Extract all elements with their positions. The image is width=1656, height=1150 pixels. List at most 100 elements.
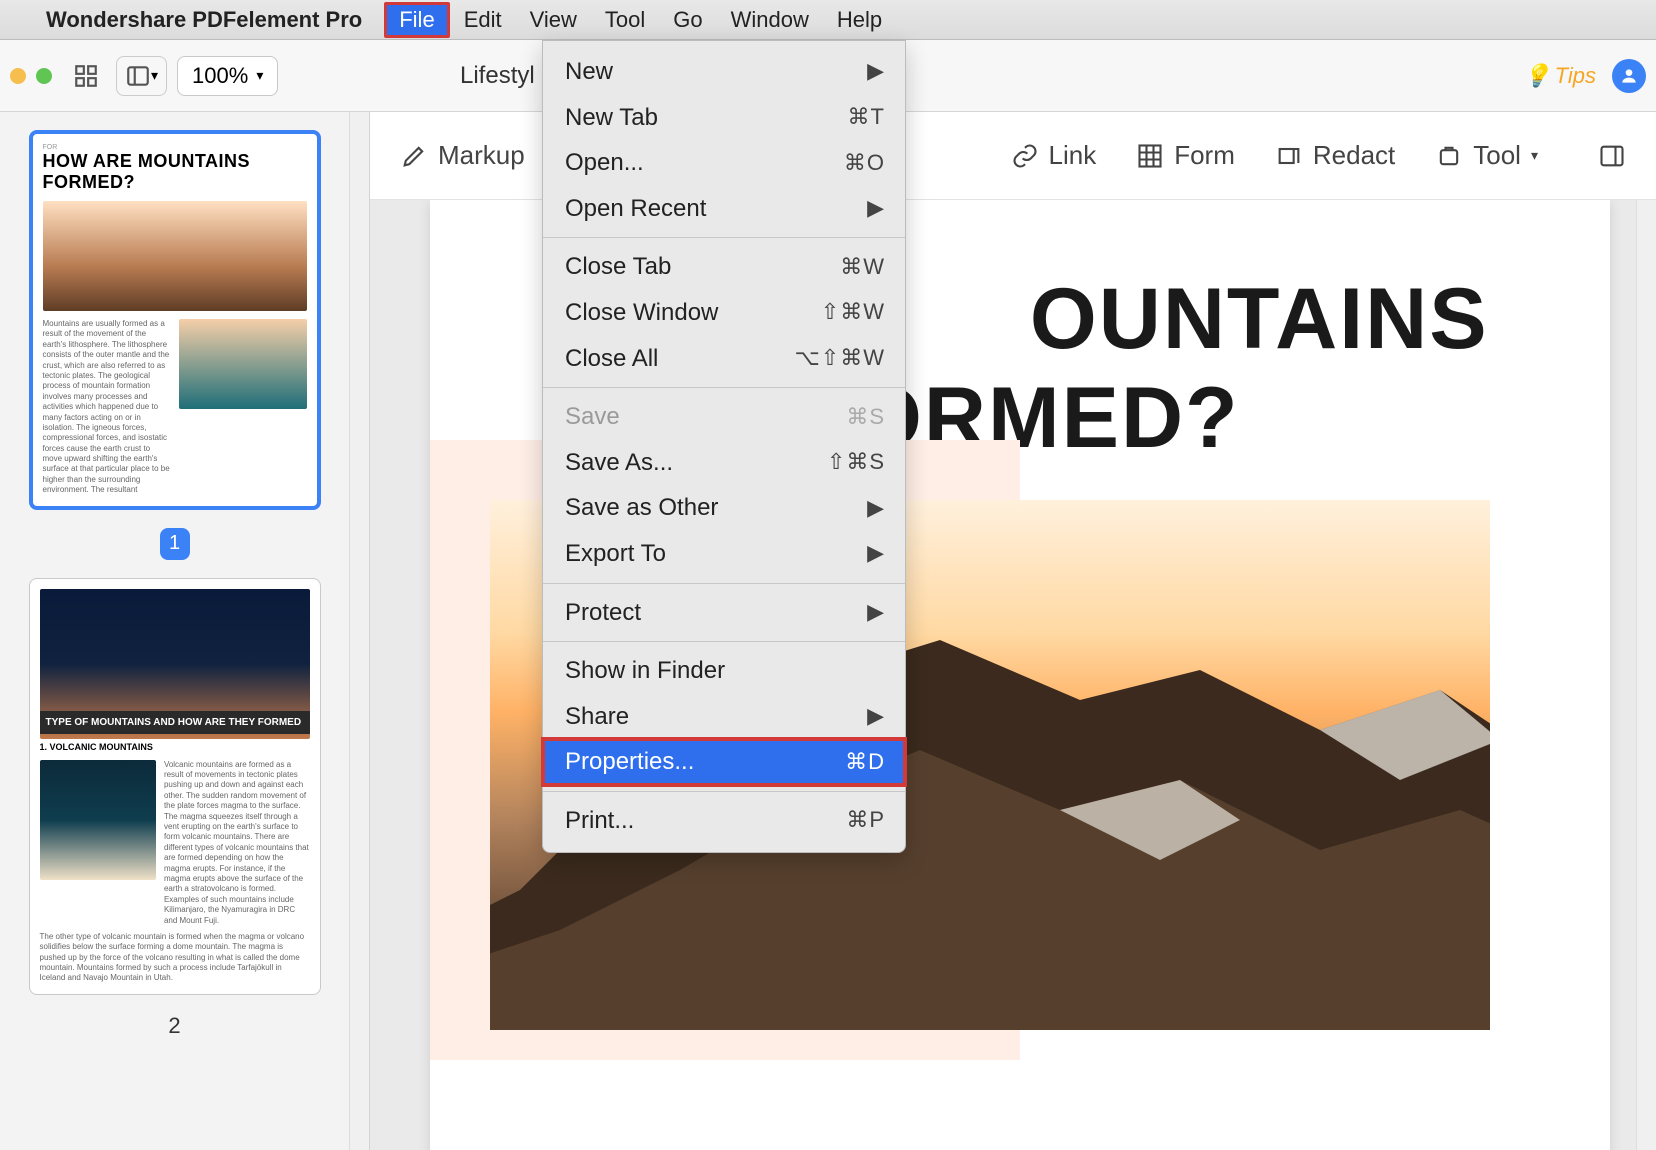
menu-item-label: Save As... — [565, 446, 673, 480]
submenu-arrow-icon: ▶ — [867, 493, 885, 524]
grid-view-icon[interactable] — [72, 62, 100, 90]
menu-item-shortcut: ⇧⌘W — [821, 297, 885, 328]
menu-item-label: New — [565, 55, 613, 89]
app-name[interactable]: Wondershare PDFelement Pro — [46, 7, 362, 33]
menu-item-close-all[interactable]: Close All ⌥⇧⌘W — [543, 336, 905, 382]
menubar-item-window[interactable]: Window — [717, 3, 823, 37]
menu-item-shortcut: ⌘D — [845, 747, 885, 778]
menu-separator — [543, 583, 905, 584]
menu-item-new-tab[interactable]: New Tab ⌘T — [543, 95, 905, 141]
menu-item-protect[interactable]: Protect ▶ — [543, 590, 905, 636]
menubar-item-tool[interactable]: Tool — [591, 3, 659, 37]
redact-label: Redact — [1313, 140, 1395, 171]
submenu-arrow-icon: ▶ — [867, 701, 885, 732]
menubar-item-go[interactable]: Go — [659, 3, 716, 37]
maximize-button[interactable] — [36, 68, 52, 84]
menu-item-close-window[interactable]: Close Window ⇧⌘W — [543, 290, 905, 336]
form-button[interactable]: Form — [1136, 140, 1235, 171]
menu-item-share[interactable]: Share ▶ — [543, 694, 905, 740]
thumbnail-sidebar: FOR HOW ARE MOUNTAINS FORMED? Mountains … — [0, 112, 370, 1150]
link-label: Link — [1049, 140, 1097, 171]
file-menu-dropdown: New ▶ New Tab ⌘T Open... ⌘O Open Recent ▶ Close … — [542, 40, 906, 853]
chevron-down-icon: ▾ — [256, 67, 263, 84]
minimize-button[interactable] — [10, 68, 26, 84]
thumb1-text: Mountains are usually formed as a result… — [43, 319, 171, 496]
menu-separator — [543, 387, 905, 388]
thumb1-image2 — [179, 319, 307, 409]
user-avatar[interactable] — [1612, 59, 1646, 93]
tab-filename[interactable]: Lifestyl — [460, 62, 535, 90]
menu-item-save: Save ⌘S — [543, 394, 905, 440]
submenu-arrow-icon: ▶ — [867, 538, 885, 569]
panel-toggle-button[interactable] — [1598, 142, 1626, 170]
thumb2-title: TYPE OF MOUNTAINS AND HOW ARE THEY FORME… — [40, 711, 310, 734]
menu-item-label: Export To — [565, 537, 666, 571]
menu-item-label: Share — [565, 700, 629, 734]
page-number-1: 1 — [160, 528, 190, 560]
page-thumbnail-1[interactable]: FOR HOW ARE MOUNTAINS FORMED? Mountains … — [29, 130, 321, 510]
menu-item-show-in-finder[interactable]: Show in Finder — [543, 648, 905, 694]
menu-item-label: Close Window — [565, 296, 718, 330]
menu-item-save-as[interactable]: Save As... ⇧⌘S — [543, 440, 905, 486]
menu-item-print[interactable]: Print... ⌘P — [543, 798, 905, 844]
menu-item-label: New Tab — [565, 101, 658, 135]
markup-button[interactable]: Markup — [400, 140, 525, 171]
thumb2-footer-text: The other type of volcanic mountain is f… — [40, 932, 310, 984]
markup-label: Markup — [438, 140, 525, 171]
thumb2-subtitle: 1. VOLCANIC MOUNTAINS — [40, 742, 310, 752]
tips-label: Tips — [1555, 63, 1596, 89]
menu-item-shortcut: ⌘W — [840, 252, 885, 283]
tool-label: Tool — [1473, 140, 1521, 171]
menu-item-shortcut: ⌘S — [846, 402, 885, 433]
form-label: Form — [1174, 140, 1235, 171]
menu-item-close-tab[interactable]: Close Tab ⌘W — [543, 244, 905, 290]
thumb1-title: HOW ARE MOUNTAINS FORMED? — [43, 151, 307, 193]
menu-item-shortcut: ⌘P — [846, 805, 885, 836]
menu-item-label: Save — [565, 400, 620, 434]
redact-button[interactable]: Redact — [1275, 140, 1395, 171]
lightbulb-icon: 💡 — [1523, 63, 1550, 89]
menu-item-properties[interactable]: Properties...⌘D — [543, 739, 905, 785]
menu-item-shortcut: ⌘T — [848, 102, 885, 133]
sidebar-scrollbar[interactable] — [349, 112, 369, 1150]
menu-item-shortcut: ⇧⌘S — [827, 447, 885, 478]
chevron-down-icon: ▾ — [151, 67, 158, 84]
submenu-arrow-icon: ▶ — [867, 56, 885, 87]
menu-item-new[interactable]: New ▶ — [543, 49, 905, 95]
menubar: Wondershare PDFelement Pro File Edit Vie… — [0, 0, 1656, 40]
menu-item-label: Open... — [565, 146, 644, 180]
menu-item-shortcut: ⌘O — [844, 148, 885, 179]
canvas-scrollbar[interactable] — [1636, 200, 1656, 1150]
menubar-item-view[interactable]: View — [516, 3, 591, 37]
menu-separator — [543, 791, 905, 792]
zoom-select[interactable]: 100% ▾ — [177, 56, 278, 96]
submenu-arrow-icon: ▶ — [867, 597, 885, 628]
sidebar-toggle[interactable]: ▾ — [116, 56, 167, 96]
menubar-item-file[interactable]: File — [384, 2, 449, 38]
menu-item-save-as-other[interactable]: Save as Other▶ — [543, 485, 905, 531]
tool-button[interactable]: Tool ▾ — [1435, 140, 1538, 171]
menu-item-export-to[interactable]: Export To ▶ — [543, 531, 905, 577]
page-number-2: 2 — [0, 1013, 349, 1039]
chevron-down-icon: ▾ — [1531, 147, 1538, 164]
menubar-item-help[interactable]: Help — [823, 3, 896, 37]
menu-separator — [543, 641, 905, 642]
menu-item-label: Close All — [565, 342, 658, 376]
window-controls — [10, 68, 52, 84]
thumb2-image2 — [40, 760, 156, 880]
menu-item-open[interactable]: Open... ⌘O — [543, 140, 905, 186]
submenu-arrow-icon: ▶ — [867, 193, 885, 224]
tips-button[interactable]: 💡 Tips — [1523, 63, 1596, 89]
menu-item-label: Open Recent — [565, 192, 706, 226]
menu-item-shortcut: ⌥⇧⌘W — [794, 343, 885, 374]
thumb2-text: Volcanic mountains are formed as a resul… — [164, 760, 310, 926]
menu-item-label: Print... — [565, 804, 634, 838]
menu-item-label: Protect — [565, 596, 641, 630]
menu-item-open-recent[interactable]: Open Recent ▶ — [543, 186, 905, 232]
page-thumbnail-2[interactable]: TYPE OF MOUNTAINS AND HOW ARE THEY FORME… — [29, 578, 321, 995]
menubar-item-edit[interactable]: Edit — [450, 3, 516, 37]
zoom-value: 100% — [192, 63, 248, 89]
thumb1-image — [43, 201, 307, 311]
menu-item-label: Close Tab — [565, 250, 671, 284]
link-button[interactable]: Link — [1011, 140, 1097, 171]
